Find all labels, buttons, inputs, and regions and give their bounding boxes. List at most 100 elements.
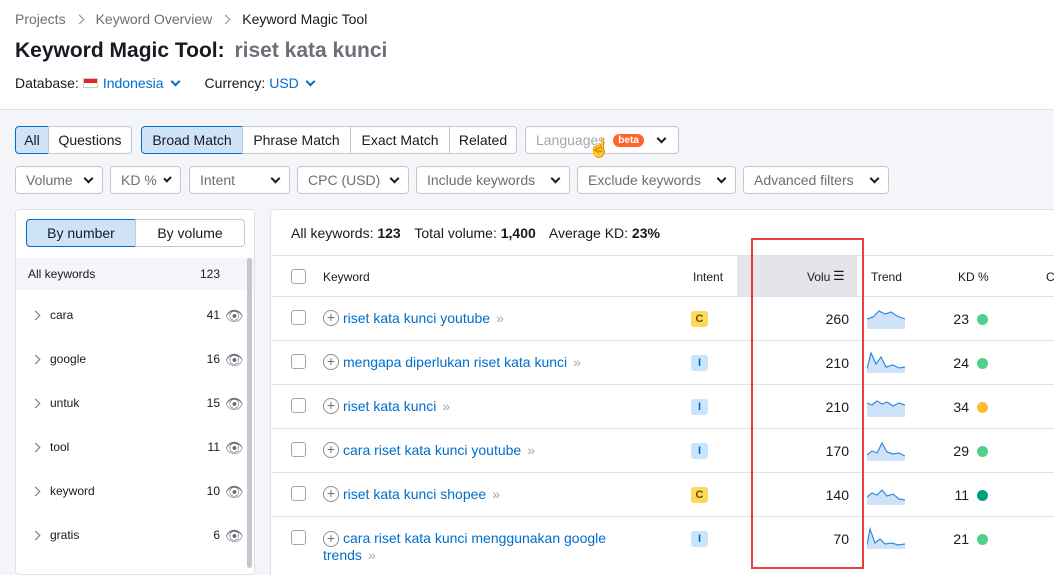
group-row[interactable]: tool 11 👁 <box>16 426 254 470</box>
sort-descending-icon[interactable]: ☰ <box>833 268 845 284</box>
currency-select[interactable]: USD <box>269 75 299 91</box>
volume-value: 170 <box>825 443 849 459</box>
sidebar-scrollbar[interactable] <box>247 258 252 568</box>
kd-indicator-dot <box>977 358 988 369</box>
trend-sparkline <box>867 441 905 461</box>
double-chevron-icon[interactable]: » <box>492 486 500 502</box>
chevron-right-icon[interactable] <box>30 486 41 497</box>
keyword-link[interactable]: + cara riset kata kunci youtube » <box>323 442 535 458</box>
eye-icon[interactable]: 👁 <box>225 351 244 369</box>
keyword-text[interactable]: riset kata kunci shopee <box>343 486 486 502</box>
eye-icon[interactable]: 👁 <box>225 483 244 501</box>
breadcrumb-projects[interactable]: Projects <box>15 11 66 27</box>
group-row[interactable]: google 16 👁 <box>16 338 254 382</box>
filter-advanced[interactable]: Advanced filters <box>743 166 889 194</box>
eye-icon[interactable]: 👁 <box>225 395 244 413</box>
breadcrumb-keyword-overview[interactable]: Keyword Overview <box>96 11 213 27</box>
group-row[interactable]: cara 41 👁 <box>16 294 254 338</box>
eye-icon[interactable]: 👁 <box>225 527 244 545</box>
tab-exact-match[interactable]: Exact Match <box>350 126 450 154</box>
tab-all[interactable]: All <box>15 126 49 154</box>
filter-volume-label: Volume <box>26 172 73 188</box>
trend-sparkline <box>867 310 905 329</box>
tab-phrase-match[interactable]: Phrase Match <box>242 126 351 154</box>
keyword-link[interactable]: + riset kata kunci shopee » <box>323 486 500 502</box>
double-chevron-icon[interactable]: » <box>527 442 535 458</box>
header-kd[interactable]: KD % <box>958 270 989 284</box>
double-chevron-icon[interactable]: » <box>573 354 581 370</box>
group-label: cara <box>50 308 74 322</box>
toggle-by-number[interactable]: By number <box>26 219 136 247</box>
chevron-right-icon[interactable] <box>30 530 41 541</box>
group-row[interactable]: keyword 10 👁 <box>16 470 254 514</box>
keyword-text[interactable]: mengapa diperlukan riset kata kunci <box>343 354 567 370</box>
chevron-right-icon[interactable] <box>30 398 41 409</box>
kd-indicator-dot <box>977 490 988 501</box>
keyword-text[interactable]: riset kata kunci <box>343 398 436 414</box>
beta-badge: beta <box>613 133 644 147</box>
select-all-checkbox[interactable] <box>291 269 306 284</box>
filter-exclude-label: Exclude keywords <box>588 172 701 188</box>
add-circle-icon[interactable]: + <box>323 486 339 502</box>
filter-volume[interactable]: Volume <box>15 166 103 194</box>
keyword-link[interactable]: + riset kata kunci » <box>323 398 450 414</box>
kd-indicator-dot <box>977 402 988 413</box>
row-checkbox[interactable] <box>291 310 306 325</box>
row-checkbox[interactable] <box>291 530 306 545</box>
filter-cpc[interactable]: CPC (USD) <box>297 166 409 194</box>
header-cut[interactable]: C <box>1046 270 1054 284</box>
filter-kd[interactable]: KD % <box>110 166 181 194</box>
keyword-text[interactable]: cara riset kata kunci youtube <box>343 442 521 458</box>
kd-value: 23 <box>953 311 969 327</box>
keyword-link[interactable]: + cara riset kata kunci menggunakan googl… <box>323 530 623 564</box>
group-count: 6 <box>213 528 220 542</box>
row-checkbox[interactable] <box>291 486 306 501</box>
keyword-link[interactable]: + mengapa diperlukan riset kata kunci » <box>323 354 581 370</box>
keyword-table-panel: All keywords: 123 Total volume: 1,400 Av… <box>270 209 1054 575</box>
row-checkbox[interactable] <box>291 442 306 457</box>
header-keyword[interactable]: Keyword <box>323 270 370 284</box>
all-keywords-group[interactable]: All keywords 123 <box>16 258 254 290</box>
chevron-right-icon[interactable] <box>30 354 41 365</box>
keyword-text[interactable]: riset kata kunci youtube <box>343 310 490 326</box>
tab-questions[interactable]: Questions <box>48 126 132 154</box>
row-checkbox[interactable] <box>291 354 306 369</box>
hand-cursor-icon: ☝ <box>588 138 611 158</box>
chevron-right-icon[interactable] <box>30 310 41 321</box>
tab-related[interactable]: Related <box>449 126 517 154</box>
group-label: google <box>50 352 87 366</box>
filter-include-keywords[interactable]: Include keywords <box>416 166 570 194</box>
double-chevron-icon[interactable]: » <box>368 547 376 563</box>
eye-icon[interactable]: 👁 <box>225 439 244 457</box>
intent-badge: C <box>691 487 708 503</box>
eye-icon[interactable]: 👁 <box>225 307 244 325</box>
group-count: 10 <box>206 484 220 498</box>
toggle-by-volume[interactable]: By volume <box>135 219 245 247</box>
intent-badge: I <box>691 443 708 459</box>
tab-broad-match[interactable]: Broad Match <box>141 126 243 154</box>
database-select[interactable]: Indonesia <box>103 75 164 91</box>
chevron-down-icon <box>163 173 172 183</box>
filter-exclude-keywords[interactable]: Exclude keywords <box>577 166 736 194</box>
group-row[interactable]: gratis 6 👁 <box>16 514 254 558</box>
double-chevron-icon[interactable]: » <box>442 398 450 414</box>
add-circle-icon[interactable]: + <box>323 310 339 326</box>
page-title: Keyword Magic Tool: riset kata kunci <box>15 39 387 63</box>
header-intent[interactable]: Intent <box>693 270 723 284</box>
group-label: gratis <box>50 528 80 542</box>
add-circle-icon[interactable]: + <box>323 442 339 458</box>
row-checkbox[interactable] <box>291 398 306 413</box>
double-chevron-icon[interactable]: » <box>496 310 504 326</box>
add-circle-icon[interactable]: + <box>323 354 339 370</box>
chevron-down-icon <box>170 76 180 86</box>
add-circle-icon[interactable]: + <box>323 398 339 414</box>
add-circle-icon[interactable]: + <box>323 531 339 547</box>
intent-badge: I <box>691 531 708 547</box>
chevron-right-icon[interactable] <box>30 442 41 453</box>
keyword-link[interactable]: + riset kata kunci youtube » <box>323 310 504 326</box>
filter-intent[interactable]: Intent <box>189 166 290 194</box>
group-row[interactable]: untuk 15 👁 <box>16 382 254 426</box>
keyword-text[interactable]: cara riset kata kunci menggunakan google… <box>323 530 606 563</box>
header-volume[interactable]: Volu <box>807 270 830 284</box>
kd-indicator-dot <box>977 314 988 325</box>
